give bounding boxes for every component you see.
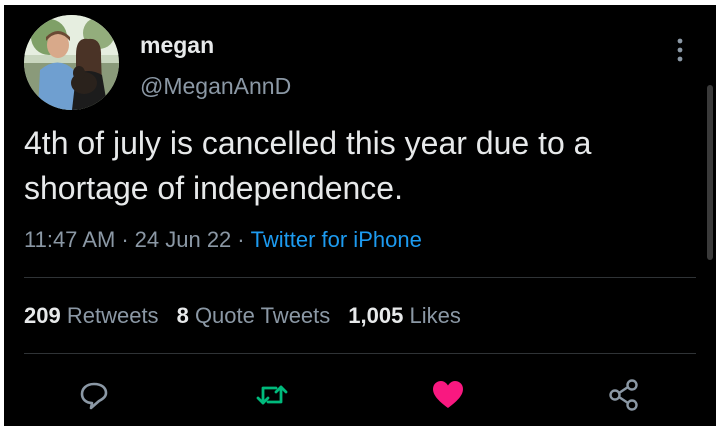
retweets-stat[interactable]: 209 Retweets xyxy=(24,303,159,328)
likes-label: Likes xyxy=(409,303,461,328)
quote-tweets-stat[interactable]: 8 Quote Tweets xyxy=(177,303,331,328)
retweet-button[interactable] xyxy=(254,377,290,413)
likes-stat[interactable]: 1,005 Likes xyxy=(348,303,461,328)
tweet-source-link[interactable]: Twitter for iPhone xyxy=(251,227,422,252)
retweet-icon xyxy=(256,385,288,405)
more-options-icon[interactable] xyxy=(672,35,688,67)
user-handle[interactable]: @MeganAnnD xyxy=(140,73,291,100)
reply-button[interactable] xyxy=(76,377,112,413)
divider xyxy=(24,277,696,278)
tweet-card: megan @MeganAnnD 4th of july is cancelle… xyxy=(4,5,716,426)
tweet-text: 4th of july is cancelled this year due t… xyxy=(24,125,592,206)
display-name[interactable]: megan xyxy=(140,32,214,59)
heart-icon xyxy=(433,381,463,408)
share-icon xyxy=(609,379,638,411)
divider xyxy=(24,353,696,354)
retweets-label: Retweets xyxy=(66,303,159,328)
retweets-count: 209 xyxy=(24,303,61,328)
scrollbar[interactable] xyxy=(707,85,713,260)
tweet-date[interactable]: 24 Jun 22 xyxy=(135,227,232,252)
tweet-time[interactable]: 11:47 AM xyxy=(24,227,115,252)
avatar[interactable] xyxy=(24,15,119,110)
like-button[interactable] xyxy=(430,377,466,413)
profile-photo xyxy=(24,15,119,110)
meta-separator: · xyxy=(121,227,129,252)
reply-icon xyxy=(80,382,108,410)
meta-separator: · xyxy=(237,227,245,252)
likes-count: 1,005 xyxy=(348,303,404,328)
quote-tweets-count: 8 xyxy=(176,303,189,328)
share-button[interactable] xyxy=(606,377,642,413)
tweet-meta: 11:47 AM · 24 Jun 22 · Twitter for iPhone xyxy=(24,227,422,253)
quote-tweets-label: Quote Tweets xyxy=(194,303,331,328)
tweet-stats: 209 Retweets 8 Quote Tweets 1,005 Likes xyxy=(24,303,479,329)
